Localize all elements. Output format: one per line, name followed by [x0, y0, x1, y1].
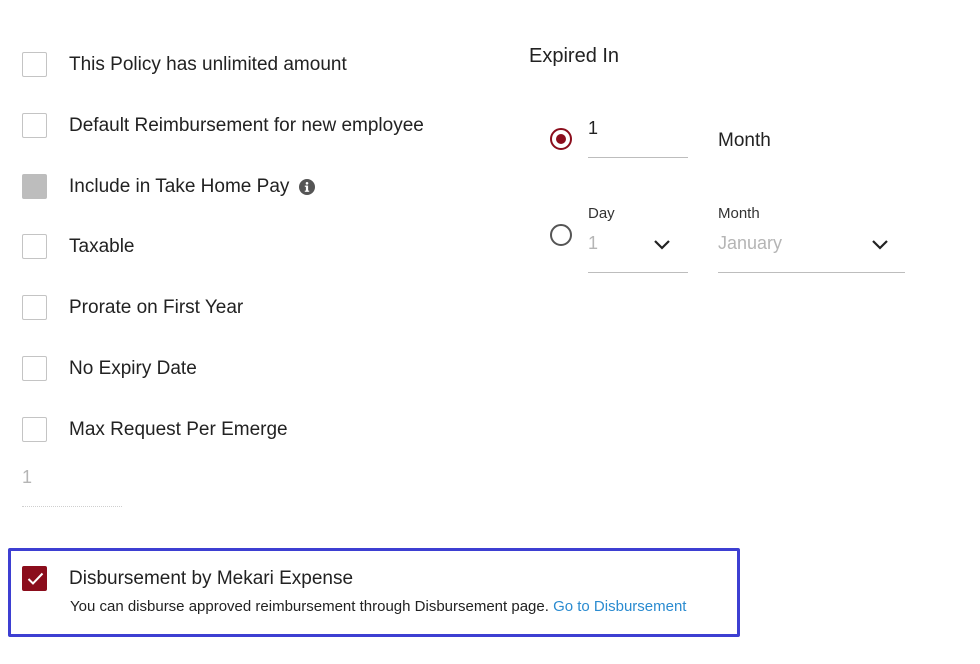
day-select-label: Day [588, 205, 615, 222]
prorate-first-year-checkbox[interactable] [22, 295, 47, 320]
no-expiry-date-label: No Expiry Date [69, 357, 197, 379]
chevron-down-icon [654, 240, 670, 250]
unlimited-amount-checkbox[interactable] [22, 52, 47, 77]
disbursement-checkbox[interactable] [22, 566, 47, 591]
disbursement-label: Disbursement by Mekari Expense [69, 567, 354, 589]
default-reimbursement-option[interactable]: Default Reimbursement for new employee [22, 113, 424, 138]
max-request-option[interactable]: Max Request Per Emerge [22, 417, 288, 442]
no-expiry-date-option[interactable]: No Expiry Date [22, 356, 197, 381]
prorate-first-year-option[interactable]: Prorate on First Year [22, 295, 243, 320]
taxable-checkbox[interactable] [22, 234, 47, 259]
expire-month-count-value: 1 [588, 118, 599, 138]
max-request-checkbox[interactable] [22, 417, 47, 442]
go-to-disbursement-link[interactable]: Go to Disbursement [553, 598, 686, 615]
month-select[interactable]: January [718, 228, 905, 273]
default-reimbursement-label: Default Reimbursement for new employee [69, 114, 424, 136]
checkmark-icon [27, 572, 44, 585]
expire-month-count-input[interactable]: 1 [588, 112, 688, 158]
no-expiry-date-checkbox[interactable] [22, 356, 47, 381]
disbursement-description: You can disburse approved reimbursement … [70, 598, 686, 615]
month-select-value: January [718, 233, 783, 253]
day-select[interactable]: 1 [588, 228, 688, 273]
expired-in-title: Expired In [529, 45, 620, 67]
max-request-label: Max Request Per Emerge [69, 418, 288, 440]
expire-date-radio[interactable] [550, 224, 572, 246]
chevron-down-icon [872, 240, 888, 250]
expire-month-radio[interactable] [550, 128, 572, 150]
month-select-label: Month [718, 205, 760, 222]
taxable-option[interactable]: Taxable [22, 234, 135, 259]
max-request-value: 1 [22, 467, 33, 487]
disbursement-description-text: You can disburse approved reimbursement … [70, 598, 549, 615]
info-icon[interactable] [299, 178, 316, 195]
disbursement-highlight [8, 548, 740, 637]
disbursement-option[interactable]: Disbursement by Mekari Expense [22, 566, 353, 591]
take-home-pay-label: Include in Take Home Pay [69, 175, 290, 197]
max-request-input[interactable]: 1 [22, 464, 122, 507]
taxable-label: Taxable [69, 235, 135, 257]
take-home-pay-checkbox [22, 174, 47, 199]
default-reimbursement-checkbox[interactable] [22, 113, 47, 138]
prorate-first-year-label: Prorate on First Year [69, 296, 244, 318]
unlimited-amount-label: This Policy has unlimited amount [69, 53, 347, 75]
unlimited-amount-option[interactable]: This Policy has unlimited amount [22, 52, 347, 77]
day-select-value: 1 [588, 233, 599, 253]
take-home-pay-option: Include in Take Home Pay [22, 174, 316, 199]
expire-month-unit-label: Month [718, 130, 771, 151]
